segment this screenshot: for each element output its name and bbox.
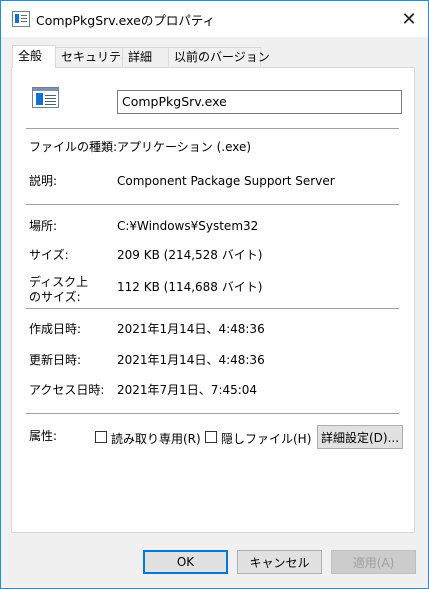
- modified-label: 更新日時:: [29, 353, 82, 367]
- accessed-label: アクセス日時:: [29, 383, 105, 397]
- accessed-value: 2021年7月1日、7:45:04: [117, 383, 258, 397]
- tab-security[interactable]: セキュリティ: [55, 47, 132, 66]
- close-icon[interactable]: ✕: [394, 5, 424, 33]
- tab-general[interactable]: 全般: [12, 45, 56, 68]
- location-value: C:¥Windows¥System32: [117, 219, 259, 233]
- general-tab-panel: CompPkgSrv.exe ファイルの種類: アプリケーション (.exe) …: [11, 67, 415, 533]
- readonly-checkbox[interactable]: [95, 431, 107, 443]
- description-value: Component Package Support Server: [117, 174, 335, 188]
- file-name-field[interactable]: CompPkgSrv.exe: [117, 90, 402, 114]
- disk-size-label-line1: ディスク上: [29, 275, 89, 289]
- attributes-label: 属性:: [29, 429, 58, 443]
- location-label: 場所:: [29, 219, 58, 233]
- created-value: 2021年1月14日、4:48:36: [117, 322, 265, 336]
- window-title: CompPkgSrv.exeのプロパティ: [36, 13, 216, 28]
- separator: [26, 308, 399, 309]
- tab-previous-versions[interactable]: 以前のバージョン: [168, 47, 270, 66]
- separator: [26, 413, 399, 414]
- separator: [26, 204, 399, 205]
- created-label: 作成日時:: [29, 322, 82, 336]
- tab-details[interactable]: 詳細: [122, 47, 169, 66]
- disk-size-label-line2: のサイズ:: [29, 290, 81, 304]
- separator: [26, 128, 399, 129]
- description-label: 説明:: [29, 174, 58, 188]
- apply-button[interactable]: 適用(A): [331, 550, 416, 574]
- readonly-label[interactable]: 読み取り専用(R): [111, 430, 201, 447]
- executable-file-icon: [12, 11, 30, 27]
- properties-window: CompPkgSrv.exeのプロパティ ✕ 全般 セキュリティ 詳細 以前のバ…: [0, 0, 429, 589]
- advanced-button[interactable]: 詳細設定(D)...: [317, 425, 403, 449]
- file-type-value: アプリケーション (.exe): [117, 140, 252, 154]
- disk-size-value: 112 KB (114,688 バイト): [117, 280, 263, 294]
- size-value: 209 KB (214,528 バイト): [117, 248, 263, 262]
- cancel-button[interactable]: キャンセル: [237, 550, 322, 574]
- ok-button[interactable]: OK: [143, 550, 228, 574]
- title-bar: CompPkgSrv.exeのプロパティ ✕: [1, 1, 428, 37]
- hidden-checkbox[interactable]: [205, 431, 217, 443]
- modified-value: 2021年1月14日、4:48:36: [117, 353, 265, 367]
- application-icon: [32, 87, 59, 108]
- size-label: サイズ:: [29, 248, 69, 262]
- hidden-label[interactable]: 隠しファイル(H): [221, 430, 311, 447]
- file-type-label: ファイルの種類:: [29, 140, 118, 154]
